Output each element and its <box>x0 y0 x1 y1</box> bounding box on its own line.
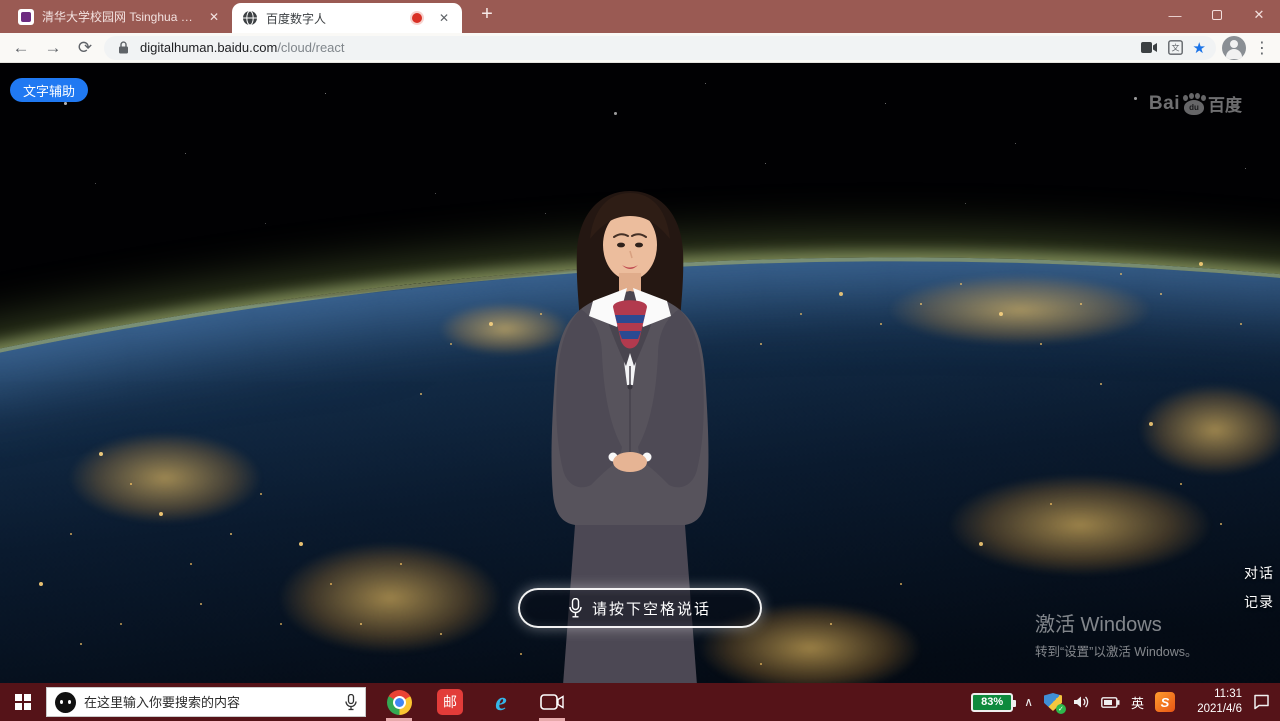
forward-button[interactable]: → <box>40 35 66 61</box>
baidu-logo-latin: Bai <box>1149 93 1180 115</box>
tab-title: 百度数字人 <box>266 10 404 27</box>
baidu-logo-hanzi: 百度 <box>1208 91 1242 116</box>
sogou-input-icon[interactable]: S <box>1155 692 1175 712</box>
text-assist-label: 文字辅助 <box>23 81 75 100</box>
baidu-paw-icon: du <box>1182 93 1206 115</box>
ime-language-indicator[interactable]: 英 <box>1131 693 1144 712</box>
bookmark-star-icon[interactable]: ★ <box>1193 39 1206 57</box>
system-tray: 83% ∧ ✓ 英 S 11:31 2021/4/6 <box>971 687 1280 717</box>
city-lights <box>890 275 1150 345</box>
globe-favicon <box>242 10 258 26</box>
city-lights <box>950 475 1210 575</box>
cortana-icon <box>55 692 76 713</box>
tab-title: 清华大学校园网 Tsinghua Univ <box>42 8 198 25</box>
taskbar-clock[interactable]: 11:31 2021/4/6 <box>1186 687 1242 717</box>
record-button[interactable]: 记录 <box>1244 592 1274 612</box>
maximize-button[interactable] <box>1196 0 1238 30</box>
tab-close-icon[interactable]: ✕ <box>206 9 222 25</box>
clock-date: 2021/4/6 <box>1186 702 1242 717</box>
start-button[interactable] <box>0 683 46 721</box>
starfield <box>5 73 6 74</box>
browser-titlebar: 清华大学校园网 Tsinghua Univ ✕ 百度数字人 ✕ + — ✕ <box>0 0 1280 33</box>
battery-tray-icon[interactable] <box>1101 697 1120 708</box>
side-buttons: 对话 记录 <box>1244 563 1274 612</box>
profile-avatar[interactable] <box>1222 36 1246 60</box>
tab-tsinghua[interactable]: 清华大学校园网 Tsinghua Univ ✕ <box>8 0 232 33</box>
windows-logo-icon <box>15 694 31 710</box>
internet-explorer-taskbar-icon[interactable]: e <box>486 683 516 721</box>
defender-check: ✓ <box>1056 704 1066 714</box>
tab-close-icon[interactable]: ✕ <box>436 10 452 26</box>
reload-button[interactable]: ⟳ <box>72 35 98 61</box>
watermark-line1: 激活 Windows <box>1035 608 1198 637</box>
city-lights-dots <box>0 63 2 65</box>
internet-explorer-icon: e <box>495 689 507 715</box>
search-mic-icon[interactable] <box>345 694 357 711</box>
city-lights <box>280 543 500 653</box>
camera-app-icon <box>540 694 564 710</box>
url-path: /cloud/react <box>277 40 344 55</box>
city-lights <box>70 433 260 523</box>
camera-in-use-icon[interactable] <box>1141 39 1159 57</box>
watermark-line2: 转到“设置”以激活 Windows。 <box>1035 641 1198 660</box>
push-to-talk-label: 请按下空格说话 <box>592 598 711 619</box>
camera-app-taskbar-icon[interactable] <box>537 683 567 721</box>
lock-icon <box>114 39 132 57</box>
notification-center-icon[interactable] <box>1253 694 1270 710</box>
url-domain: digitalhuman.baidu.com <box>140 40 277 55</box>
back-button[interactable]: ← <box>8 35 34 61</box>
screen: 清华大学校园网 Tsinghua Univ ✕ 百度数字人 ✕ + — ✕ ← … <box>0 0 1280 721</box>
speaker-icon[interactable] <box>1073 695 1090 709</box>
new-tab-button[interactable]: + <box>474 1 500 27</box>
window-controls: — ✕ <box>1154 0 1280 30</box>
baidu-paw-du: du <box>1184 100 1204 115</box>
clock-time: 11:31 <box>1186 687 1242 702</box>
browser-toolbar: ← → ⟳ digitalhuman.baidu.com/cloud/react… <box>0 33 1280 63</box>
defender-shield-icon[interactable]: ✓ <box>1044 693 1062 711</box>
chrome-taskbar-icon[interactable] <box>384 683 414 721</box>
windows-taskbar: 邮 e 83% ∧ ✓ 英 S 11:31 <box>0 683 1280 721</box>
taskbar-search-box[interactable] <box>46 687 366 717</box>
push-to-talk-button[interactable]: 请按下空格说话 <box>518 588 762 628</box>
svg-text:文: 文 <box>1172 43 1180 53</box>
recording-indicator-icon <box>412 13 422 23</box>
mail-taskbar-icon[interactable]: 邮 <box>435 683 465 721</box>
chrome-icon <box>387 690 412 715</box>
translate-icon[interactable]: 文 <box>1167 39 1185 57</box>
activate-windows-watermark: 激活 Windows 转到“设置”以激活 Windows。 <box>1035 608 1198 660</box>
tray-chevron-icon[interactable]: ∧ <box>1024 695 1033 709</box>
maximize-icon <box>1212 10 1222 20</box>
mail-icon: 邮 <box>437 689 463 715</box>
microphone-icon <box>569 598 582 618</box>
taskbar-search-input[interactable] <box>84 695 337 710</box>
pinned-apps: 邮 e <box>384 683 567 721</box>
tab-baidu-digital-human[interactable]: 百度数字人 ✕ <box>232 3 462 33</box>
minimize-button[interactable]: — <box>1154 0 1196 30</box>
address-bar[interactable]: digitalhuman.baidu.com/cloud/react 文 ★ <box>104 36 1216 60</box>
url-text: digitalhuman.baidu.com/cloud/react <box>140 40 345 55</box>
close-window-button[interactable]: ✕ <box>1238 0 1280 30</box>
city-lights <box>1140 385 1280 475</box>
tsinghua-favicon <box>18 9 34 25</box>
battery-percent-badge[interactable]: 83% <box>971 693 1013 712</box>
dialog-button[interactable]: 对话 <box>1244 563 1274 583</box>
baidu-logo: Bai du 百度 <box>1149 91 1242 116</box>
digital-human-page: 文字辅助 Bai du 百度 请按下空格说话 对话 记录 激活 Windows … <box>0 63 1280 683</box>
browser-menu-icon[interactable]: ⋮ <box>1252 38 1272 58</box>
text-assist-button[interactable]: 文字辅助 <box>10 78 88 102</box>
